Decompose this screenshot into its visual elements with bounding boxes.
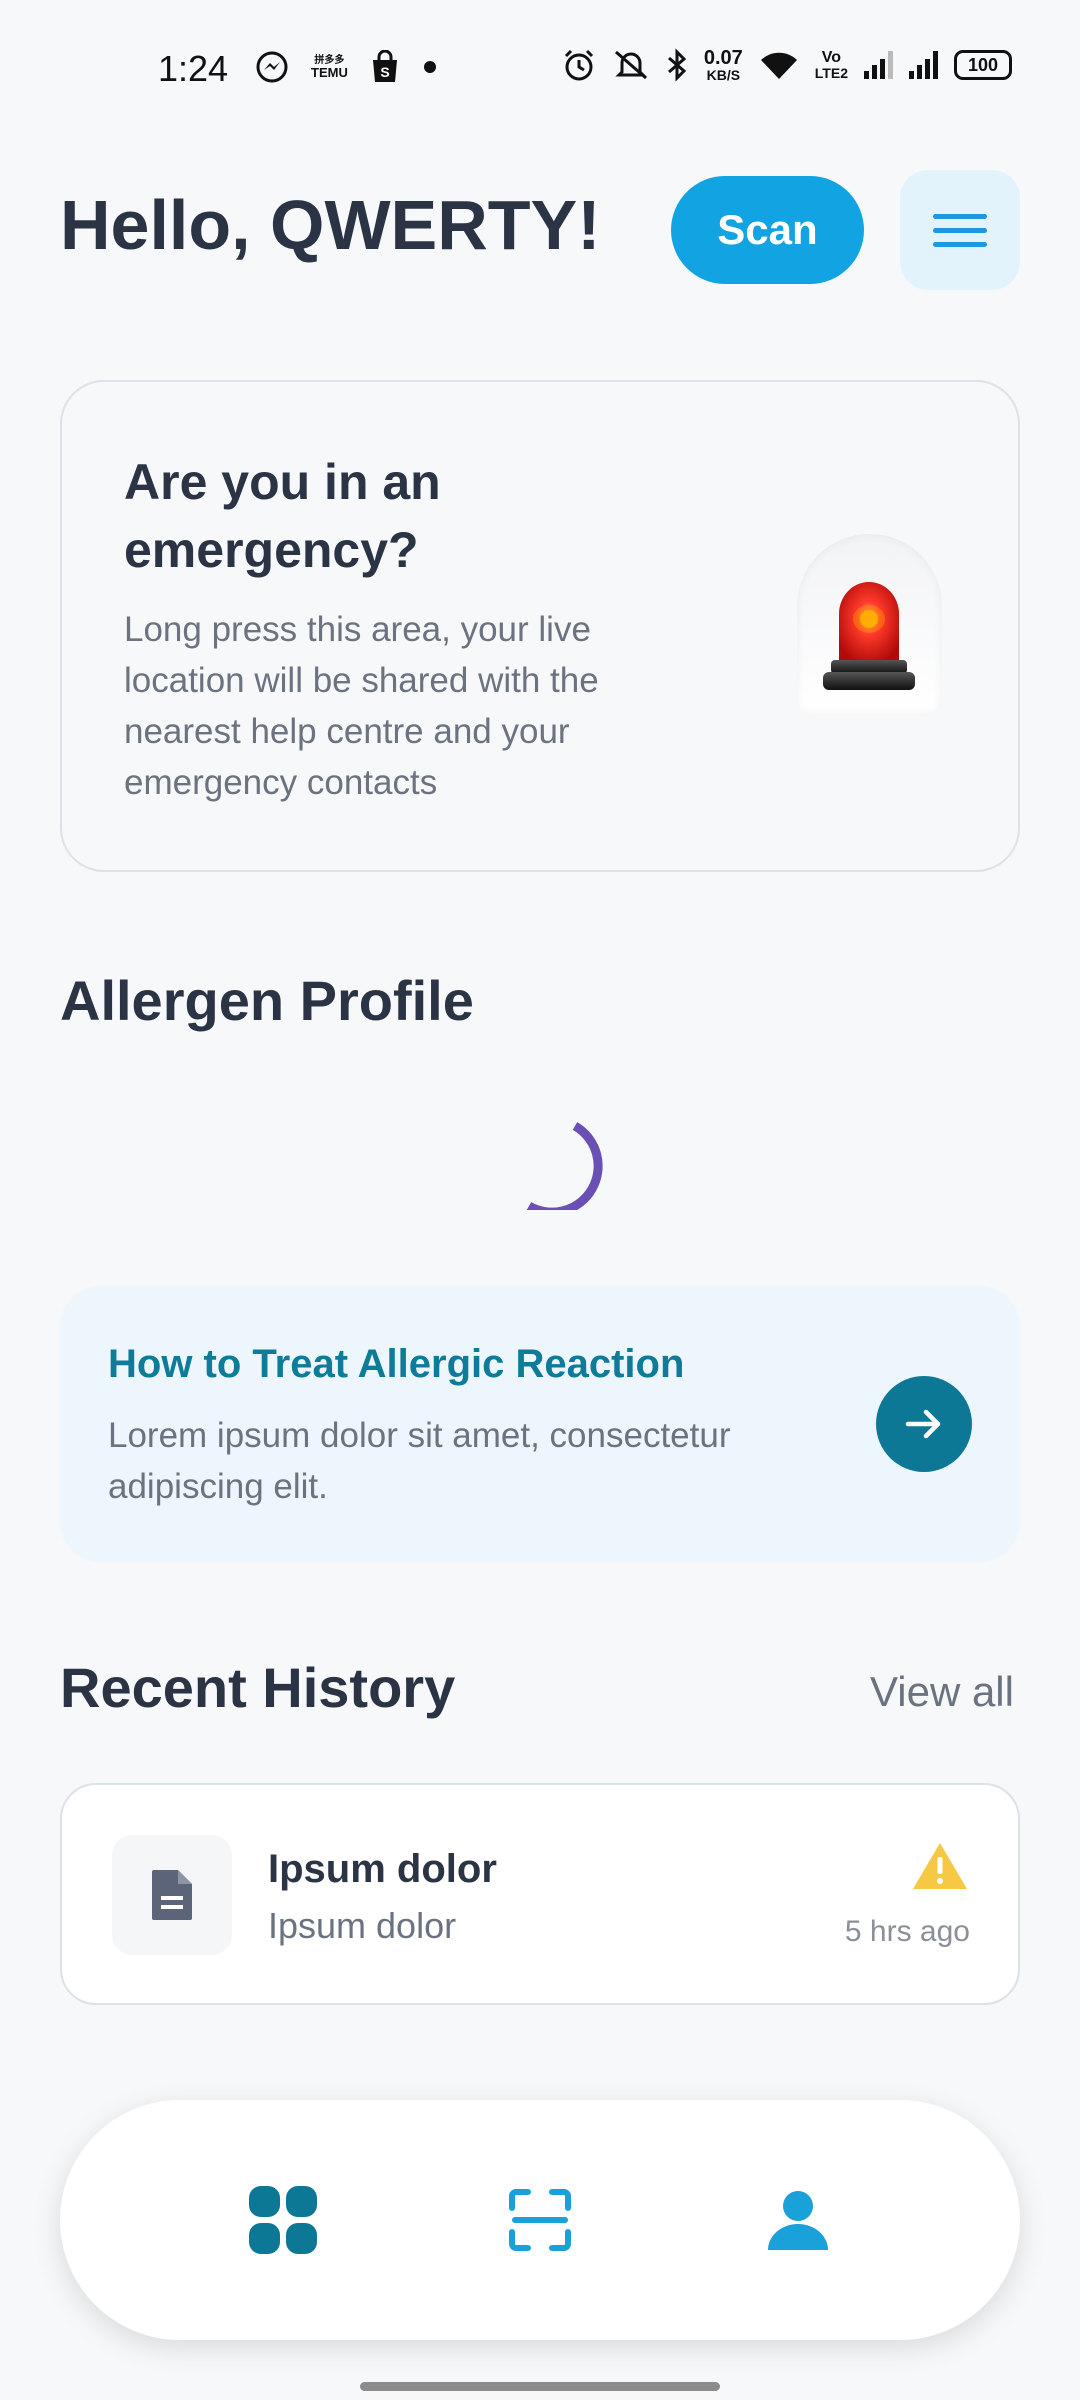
recent-history-title: Recent History [60, 1656, 456, 1719]
dashboard-icon [249, 2186, 317, 2254]
menu-icon [933, 213, 987, 219]
history-item-subtitle: Ipsum dolor [268, 1905, 457, 1946]
emergency-card[interactable]: Are you in an emergency? Long press this… [60, 380, 1020, 872]
alarm-icon [562, 48, 596, 82]
shopping-bag-icon: S [370, 50, 400, 84]
howto-title: How to Treat Allergic Reaction [108, 1342, 685, 1386]
battery-icon: 100 [954, 50, 1012, 80]
arrow-right-icon [905, 1409, 941, 1439]
howto-arrow-button[interactable] [876, 1376, 972, 1472]
siren-icon [797, 534, 942, 714]
volte-icon-top: Vo [821, 49, 842, 66]
system-icons: 0.07 KB/S Vo LTE2 100 [562, 48, 1012, 82]
warning-icon [911, 1841, 969, 1896]
temu-icon-bottom: TEMU [311, 65, 348, 80]
network-speed-unit: KB/S [706, 67, 741, 83]
scan-icon [509, 2189, 571, 2251]
loading-spinner-icon [525, 1120, 603, 1217]
mute-icon [612, 48, 650, 82]
temu-icon: 拼多多 TEMU [311, 55, 348, 79]
svg-text:S: S [380, 64, 389, 80]
emergency-title: Are you in an emergency? [124, 454, 441, 578]
nav-dashboard[interactable] [243, 2180, 323, 2260]
howto-card[interactable]: How to Treat Allergic Reaction Lorem ips… [60, 1286, 1020, 1562]
greeting: Hello, QWERTY! [60, 186, 601, 264]
signal-icon-1 [864, 51, 893, 79]
status-time: 1:24 [158, 48, 229, 89]
howto-description: Lorem ipsum dolor sit amet, consectetur … [108, 1416, 731, 1506]
signal-icon-2 [909, 51, 938, 79]
home-indicator[interactable] [360, 2382, 720, 2391]
dot-icon [422, 59, 438, 75]
bluetooth-icon [666, 48, 688, 82]
wifi-icon [759, 49, 799, 81]
nav-scan[interactable] [500, 2180, 580, 2260]
volte-icon: Vo LTE2 [814, 49, 848, 81]
battery-level: 100 [967, 54, 999, 75]
document-icon-box [112, 1835, 232, 1955]
home-screen: 1:24 拼多多 TEMU S 0.07 KB/S Vo LTE2 100 He… [0, 0, 1080, 2400]
document-icon [152, 1870, 192, 1920]
history-item-time: 5 hrs ago [844, 1915, 970, 1948]
history-item[interactable]: Ipsum dolor Ipsum dolor 5 hrs ago [60, 1783, 1020, 2005]
messenger-icon [255, 50, 289, 84]
view-all-link[interactable]: View all [870, 1668, 1014, 1716]
history-item-title: Ipsum dolor [268, 1847, 497, 1891]
allergen-profile-title: Allergen Profile [60, 969, 474, 1032]
emergency-description: Long press this area, your live location… [124, 610, 599, 802]
notification-icons: 拼多多 TEMU S [255, 50, 438, 84]
status-bar: 1:24 拼多多 TEMU S 0.07 KB/S Vo LTE2 100 [0, 40, 1080, 100]
network-speed-value: 0.07 [703, 47, 743, 69]
bottom-navigation [60, 2100, 1020, 2340]
menu-button[interactable] [900, 170, 1020, 290]
network-speed: 0.07 KB/S [704, 48, 743, 82]
volte-icon-bottom: LTE2 [814, 65, 848, 81]
profile-icon [768, 2191, 828, 2250]
scan-button[interactable]: Scan [671, 176, 864, 284]
nav-profile[interactable] [758, 2180, 838, 2260]
